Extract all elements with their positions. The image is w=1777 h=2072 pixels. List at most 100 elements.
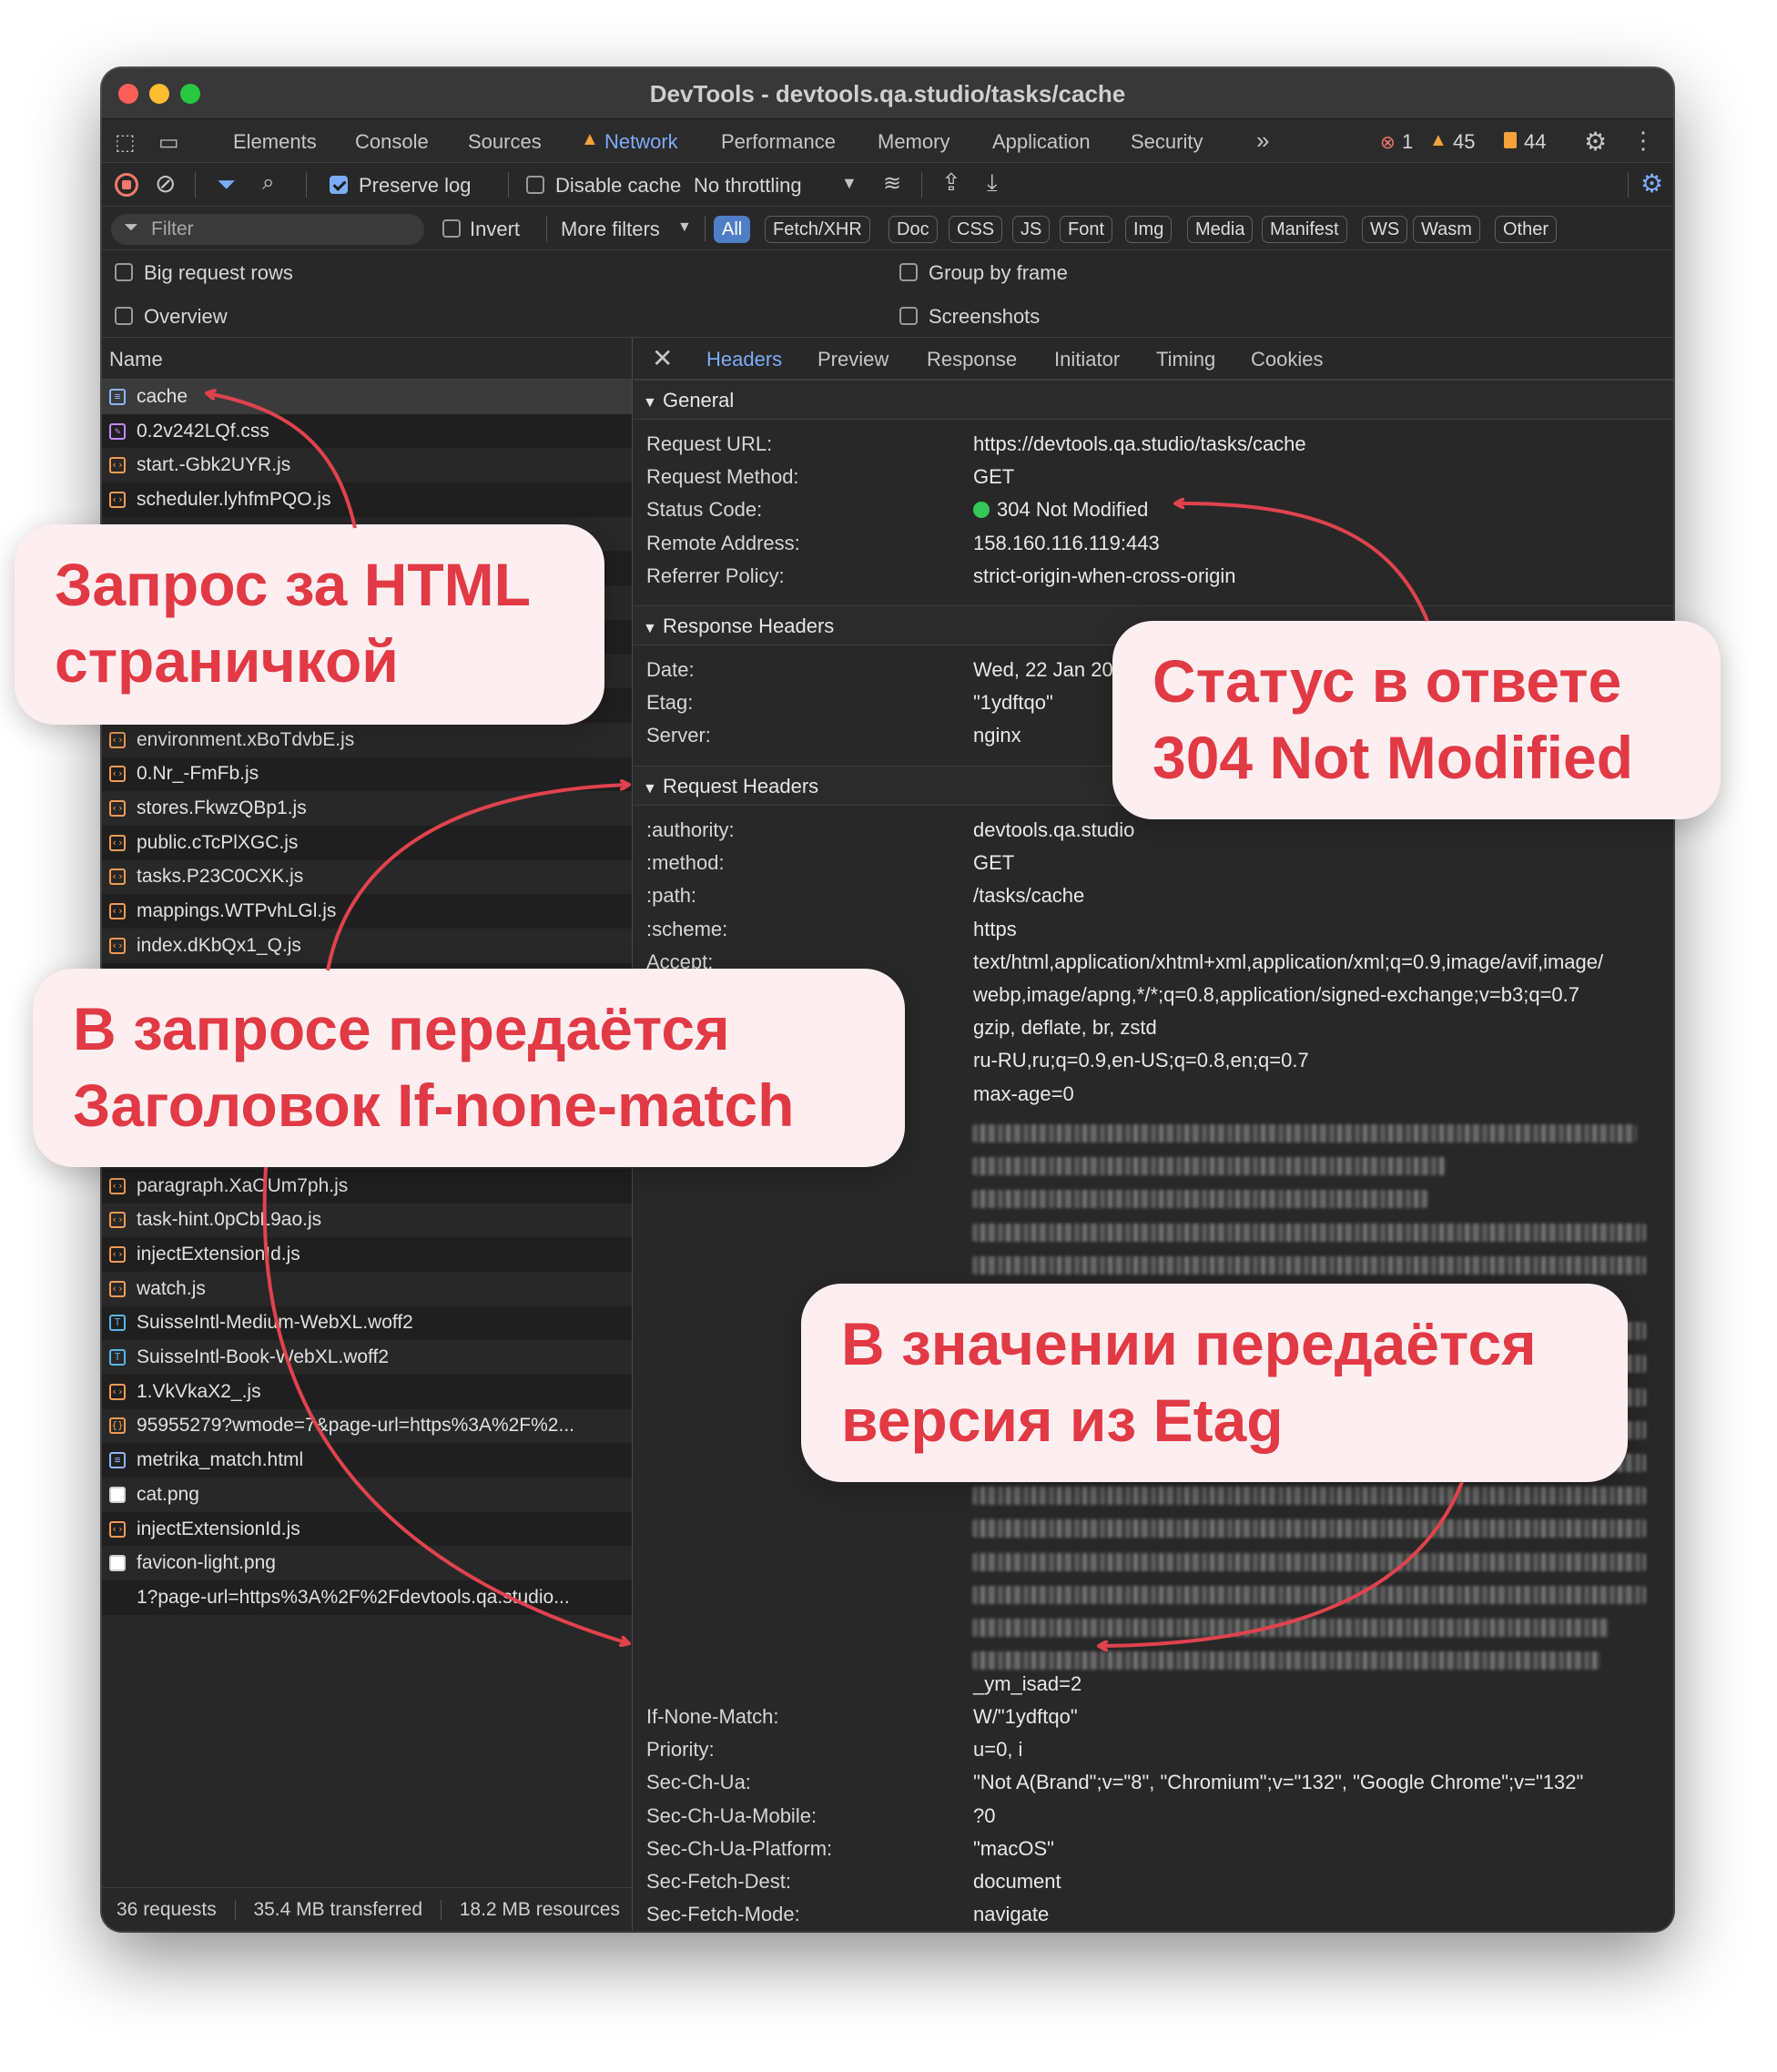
network-settings-icon[interactable]: ⚙ xyxy=(1640,168,1663,198)
search-icon[interactable]: ⌕ xyxy=(262,170,274,196)
header-key: Sec-Fetch-Dest: xyxy=(646,1870,791,1893)
preserve-log-checkbox[interactable] xyxy=(330,176,348,194)
header-key: Sec-Ch-Ua: xyxy=(646,1771,751,1794)
request-row[interactable]: ‹› mappings.WTPvhLGl.js xyxy=(102,894,632,929)
disable-cache-checkbox[interactable] xyxy=(526,176,544,194)
request-row[interactable]: ‹› paragraph.XaOUm7ph.js xyxy=(102,1168,632,1204)
request-row[interactable]: ‹› 0.Nr_-FmFb.js xyxy=(102,757,632,792)
request-row[interactable]: ‹› environment.xBoTdvbE.js xyxy=(102,723,632,757)
request-row[interactable]: T SuisseIntl-Medium-WebXL.woff2 xyxy=(102,1305,632,1341)
request-row[interactable]: ‹› public.cTcPlXGC.js xyxy=(102,825,632,860)
request-name: environment.xBoTdvbE.js xyxy=(137,728,355,750)
filter-chip-media[interactable]: Media xyxy=(1187,216,1254,243)
request-row[interactable]: ‹› injectExtensionId.js xyxy=(102,1237,632,1272)
device-toolbar-icon[interactable]: ▭ xyxy=(158,129,179,156)
tab-application[interactable]: Application xyxy=(992,130,1091,154)
request-row[interactable]: ≡ metrika_match.html xyxy=(102,1443,632,1478)
more-tabs-icon[interactable]: » xyxy=(1256,127,1269,155)
inspect-element-icon[interactable]: ⬚ xyxy=(115,129,136,156)
invert-label: Invert xyxy=(470,218,521,240)
issue-count[interactable]: 44 xyxy=(1524,130,1546,154)
header-value: text/html,application/xhtml+xml,applicat… xyxy=(973,950,1604,973)
tab-console[interactable]: Console xyxy=(355,130,429,154)
tab-security[interactable]: Security xyxy=(1131,130,1203,154)
request-name: mappings.WTPvhLGl.js xyxy=(137,900,337,922)
filter-chip-font[interactable]: Font xyxy=(1060,216,1113,243)
warning-count[interactable]: 45 xyxy=(1453,130,1475,154)
request-name: watch.js xyxy=(137,1277,206,1299)
tab-response[interactable]: Response xyxy=(927,348,1017,371)
record-stop-icon[interactable] xyxy=(115,173,138,197)
filter-chip-all[interactable]: All xyxy=(714,216,751,243)
request-row[interactable]: cat.png xyxy=(102,1478,632,1512)
tab-elements[interactable]: Elements xyxy=(233,130,317,154)
header-value: strict-origin-when-cross-origin xyxy=(973,564,1236,587)
request-row[interactable]: {} 95955279?wmode=7&page-url=https%3A%2F%… xyxy=(102,1409,632,1444)
tab-headers[interactable]: Headers xyxy=(696,348,792,383)
filter-input[interactable]: ⏷ Filter xyxy=(111,214,424,245)
general-section-header[interactable]: ▼ General xyxy=(634,380,1673,420)
invert-checkbox[interactable] xyxy=(442,219,461,238)
filter-chip-img[interactable]: Img xyxy=(1125,216,1173,243)
tab-initiator[interactable]: Initiator xyxy=(1054,348,1120,371)
tab-performance[interactable]: Performance xyxy=(721,130,836,154)
filter-chip-manifest[interactable]: Manifest xyxy=(1262,216,1347,243)
kebab-menu-icon[interactable]: ⋮ xyxy=(1631,127,1655,155)
header-key: If-None-Match: xyxy=(646,1705,779,1728)
request-row[interactable]: ‹› task-hint.0pCbL9ao.js xyxy=(102,1204,632,1238)
name-column-header[interactable]: Name xyxy=(102,338,632,380)
tab-memory[interactable]: Memory xyxy=(878,130,949,154)
filter-chip-other[interactable]: Other xyxy=(1495,216,1558,243)
request-row[interactable]: ≡ cache xyxy=(102,380,632,414)
filter-chip-doc[interactable]: Doc xyxy=(888,216,938,243)
js-file-icon: ‹› xyxy=(109,766,126,783)
clear-log-icon[interactable]: ⊘ xyxy=(155,168,176,198)
error-count[interactable]: 1 xyxy=(1402,130,1413,154)
export-har-icon[interactable]: ⤓ xyxy=(987,168,998,198)
big-request-rows-checkbox[interactable] xyxy=(115,263,133,281)
tab-timing[interactable]: Timing xyxy=(1156,348,1215,371)
more-filters-chevron-icon[interactable]: ▼ xyxy=(677,219,692,236)
settings-gear-icon[interactable]: ⚙ xyxy=(1584,127,1607,157)
request-row[interactable]: ✎ 0.2v242LQf.css xyxy=(102,413,632,449)
tab-network[interactable]: Network xyxy=(595,130,687,167)
request-row[interactable]: favicon-light.png xyxy=(102,1546,632,1580)
request-row[interactable]: 1?page-url=https%3A%2F%2Fdevtools.qa.stu… xyxy=(102,1580,632,1615)
network-conditions-icon[interactable]: ≋ xyxy=(883,170,901,197)
screenshots-checkbox[interactable] xyxy=(899,307,918,325)
filter-chip-wasm[interactable]: Wasm xyxy=(1413,216,1480,243)
throttling-select[interactable]: No throttling xyxy=(694,174,802,198)
request-name: task-hint.0pCbL9ao.js xyxy=(137,1209,322,1231)
group-by-frame-checkbox[interactable] xyxy=(899,263,918,281)
request-row[interactable]: T SuisseIntl-Book-WebXL.woff2 xyxy=(102,1340,632,1375)
request-row[interactable]: ‹› injectExtensionId.js xyxy=(102,1511,632,1547)
js-file-icon: ‹› xyxy=(109,1383,126,1400)
request-row[interactable]: ‹› start.-Gbk2UYR.js xyxy=(102,448,632,482)
tab-sources[interactable]: Sources xyxy=(468,130,542,154)
filter-chip-ws[interactable]: WS xyxy=(1362,216,1408,243)
more-filters-dropdown[interactable]: More filters xyxy=(561,218,660,241)
filter-chip-css[interactable]: CSS xyxy=(949,216,1003,243)
import-har-icon[interactable]: ⇪ xyxy=(941,168,961,197)
tab-preview[interactable]: Preview xyxy=(817,348,888,371)
request-row[interactable]: ‹› watch.js xyxy=(102,1272,632,1306)
js-file-icon: ‹› xyxy=(109,731,126,748)
close-details-icon[interactable]: ✕ xyxy=(652,343,673,373)
chevron-down-icon[interactable]: ▼ xyxy=(841,174,858,193)
request-row[interactable]: ‹› index.dKbQx1_Q.js xyxy=(102,929,632,963)
filter-chip-js[interactable]: JS xyxy=(1012,216,1051,243)
doc-file-icon: ≡ xyxy=(109,388,126,405)
overview-checkbox[interactable] xyxy=(115,307,133,325)
tab-cookies[interactable]: Cookies xyxy=(1251,348,1323,371)
request-name: paragraph.XaOUm7ph.js xyxy=(137,1174,349,1196)
request-row[interactable]: ‹› 1.VkVkaX2_.js xyxy=(102,1374,632,1409)
request-row[interactable]: ‹› scheduler.lyhfmPQO.js xyxy=(102,482,632,517)
network-toolbar: ⊘ ⏷ ⌕ Preserve log Disable cache No thro… xyxy=(102,163,1673,207)
disable-cache-label: Disable cache xyxy=(555,174,682,197)
js-file-icon: ‹› xyxy=(109,937,126,954)
filter-funnel-icon[interactable]: ⏷ xyxy=(217,170,236,199)
request-row[interactable]: ‹› stores.FkwzQBp1.js xyxy=(102,791,632,826)
request-row[interactable]: ‹› tasks.P23C0CXK.js xyxy=(102,860,632,895)
header-value: document xyxy=(973,1870,1061,1893)
filter-chip-fetch-xhr[interactable]: Fetch/XHR xyxy=(765,216,870,243)
